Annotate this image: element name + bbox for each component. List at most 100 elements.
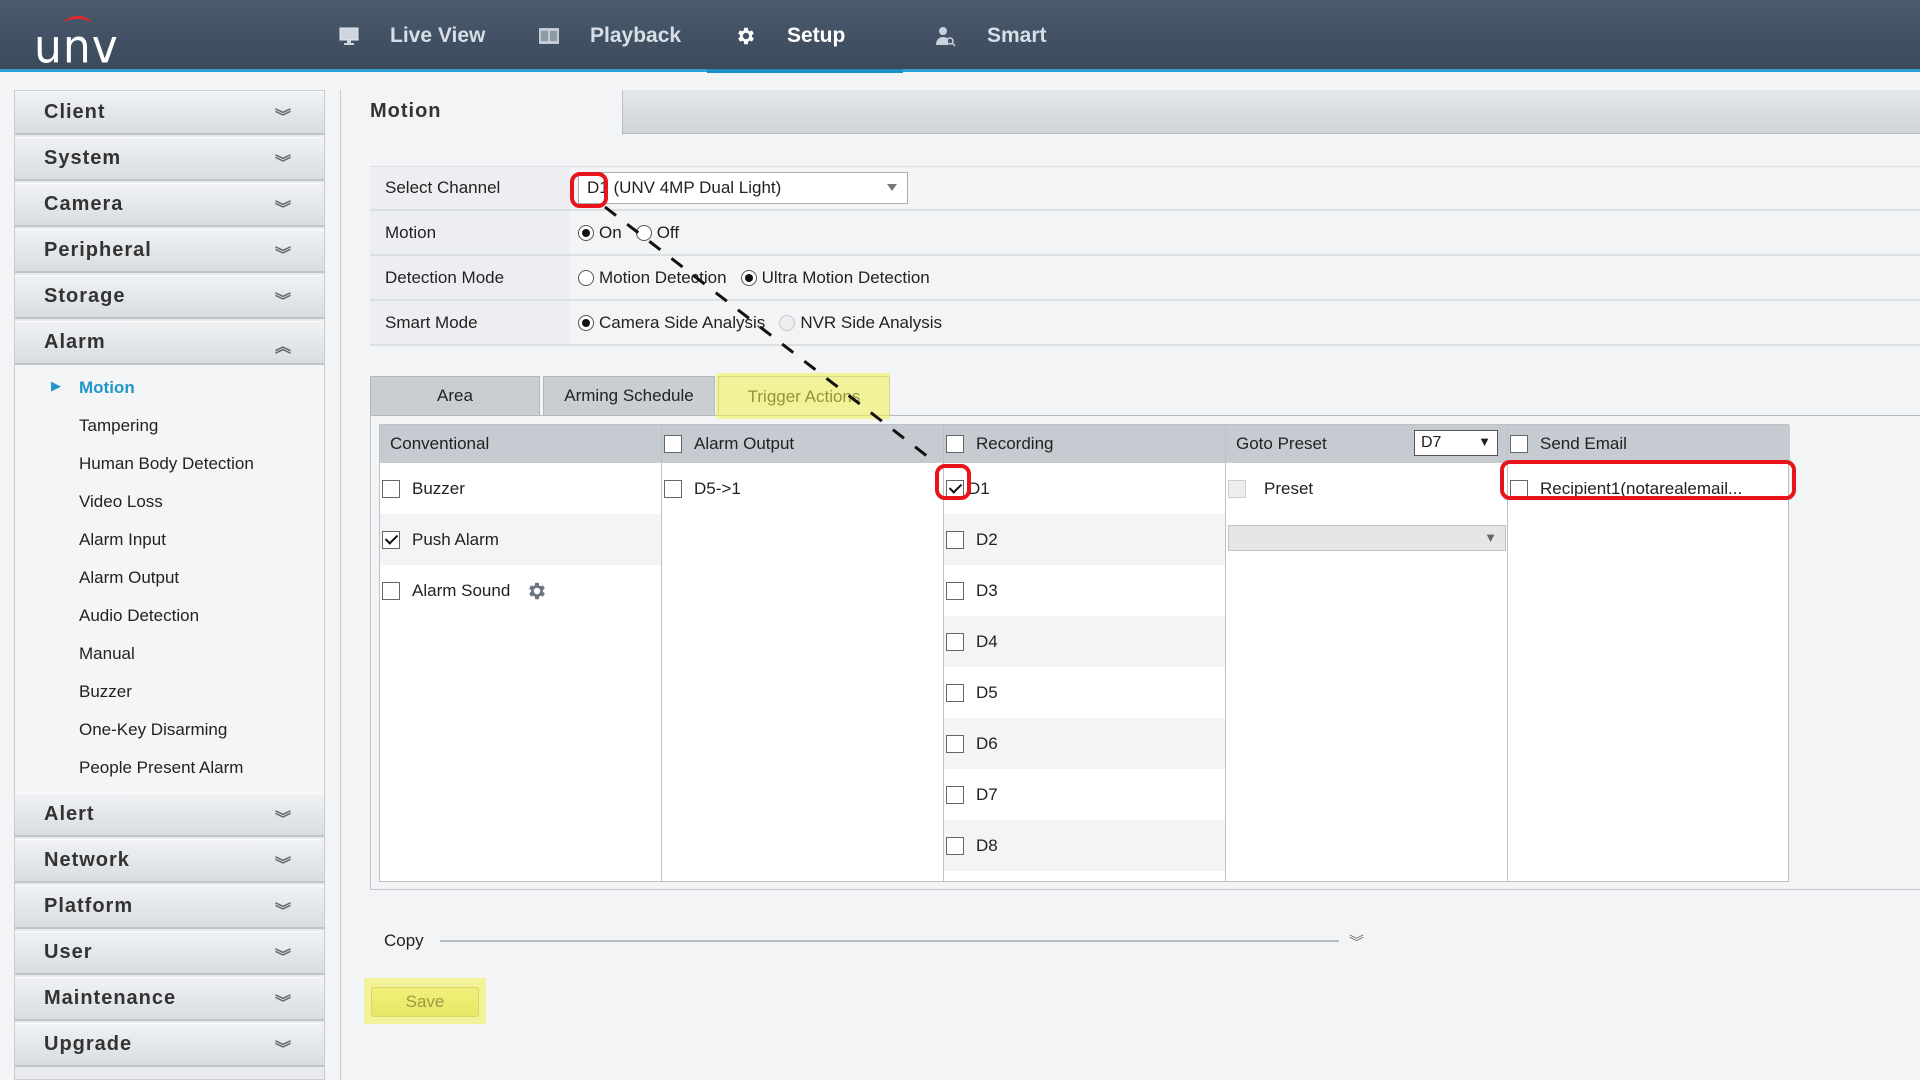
- sidebar-item-one-key-disarming[interactable]: One-Key Disarming: [15, 711, 324, 749]
- alarm-output-all-checkbox[interactable]: [664, 435, 682, 453]
- sidebar-group-system[interactable]: System ︾: [15, 137, 324, 181]
- recording-d1-option[interactable]: D1: [944, 463, 1225, 514]
- motion-settings-form: Select Channel D1 (UNV 4MP Dual Light) M…: [370, 166, 1920, 346]
- alarm-sound-option[interactable]: Alarm Sound: [380, 565, 661, 616]
- recording-all-checkbox[interactable]: [946, 435, 964, 453]
- smart-mode-row: Smart Mode Camera Side Analysis NVR Side…: [370, 301, 1920, 346]
- sidebar-group-alert[interactable]: Alert ︾: [15, 793, 324, 837]
- gear-icon[interactable]: [526, 580, 548, 602]
- sidebar-item-people-present-alarm[interactable]: People Present Alarm: [15, 749, 324, 787]
- motion-on-radio[interactable]: On: [578, 223, 622, 243]
- copy-section[interactable]: Copy ︾: [384, 926, 1364, 956]
- send-email-all-checkbox[interactable]: [1510, 435, 1528, 453]
- alarm-submenu: ▶ Motion Tampering Human Body Detection V…: [15, 365, 324, 793]
- recording-d5-option[interactable]: D5: [944, 667, 1225, 718]
- recording-d4-option[interactable]: D4: [944, 616, 1225, 667]
- nav-playback[interactable]: Playback: [538, 0, 681, 72]
- recording-d1-checkbox[interactable]: [946, 479, 964, 498]
- ultra-motion-detection-radio[interactable]: Ultra Motion Detection: [740, 268, 930, 288]
- buzzer-checkbox[interactable]: [382, 479, 400, 498]
- alarm-output-d5-option[interactable]: D5->1: [662, 463, 943, 514]
- sidebar-group-maintenance[interactable]: Maintenance ︾: [15, 977, 324, 1021]
- recording-d3-checkbox[interactable]: [946, 581, 964, 600]
- recording-d2-checkbox[interactable]: [946, 530, 964, 549]
- tab-area[interactable]: Area: [370, 376, 540, 416]
- recording-column: Recording D1 D2 D3 D4 D5 D6 D7 D8: [944, 425, 1226, 881]
- recording-d3-option[interactable]: D3: [944, 565, 1225, 616]
- goto-preset-header: Goto Preset: [1236, 434, 1327, 453]
- sidebar-group-storage[interactable]: Storage ︾: [15, 275, 324, 319]
- conventional-column: Conventional Buzzer Push Alarm Alarm Sou…: [380, 425, 662, 881]
- recording-d5-checkbox[interactable]: [946, 683, 964, 702]
- recording-d6-option[interactable]: D6: [944, 718, 1225, 769]
- alarm-output-d5-checkbox[interactable]: [664, 479, 682, 498]
- copy-label: Copy: [384, 931, 424, 950]
- sidebar-item-human-body-detection[interactable]: Human Body Detection: [15, 445, 324, 483]
- alarm-sound-checkbox[interactable]: [382, 581, 400, 600]
- sidebar-item-manual[interactable]: Manual: [15, 635, 324, 673]
- recording-header[interactable]: Recording: [946, 425, 1054, 463]
- recording-d8-option[interactable]: D8: [944, 820, 1225, 871]
- sidebar-item-tampering[interactable]: Tampering: [15, 407, 324, 445]
- recording-d8-checkbox[interactable]: [946, 836, 964, 855]
- recipient1-checkbox[interactable]: [1510, 479, 1528, 498]
- tab-trigger-actions[interactable]: Trigger Actions: [718, 376, 890, 416]
- recording-d7-checkbox[interactable]: [946, 785, 964, 804]
- sidebar-group-peripheral[interactable]: Peripheral ︾: [15, 229, 324, 273]
- sidebar-group-user[interactable]: User ︾: [15, 931, 324, 975]
- camera-side-analysis-radio[interactable]: Camera Side Analysis: [578, 313, 765, 333]
- sidebar-item-video-loss[interactable]: Video Loss: [15, 483, 324, 521]
- sidebar-group-client[interactable]: Client ︾: [15, 91, 324, 135]
- nav-setup[interactable]: Setup: [735, 0, 845, 72]
- recipient1-option[interactable]: Recipient1(notarealemail...: [1508, 463, 1789, 514]
- chevron-double-down-icon[interactable]: ︾: [1349, 931, 1364, 952]
- channel-select[interactable]: D1 (UNV 4MP Dual Light): [578, 172, 908, 204]
- sidebar-group-network[interactable]: Network ︾: [15, 839, 324, 883]
- film-icon: [538, 25, 560, 47]
- chevron-double-down-icon: ︾: [274, 995, 292, 1012]
- sidebar-group-platform[interactable]: Platform ︾: [15, 885, 324, 929]
- alarm-output-header[interactable]: Alarm Output: [664, 425, 794, 463]
- save-button[interactable]: Save: [371, 987, 479, 1017]
- top-nav-bar: unv Live View Playback Setup Smart: [0, 0, 1920, 74]
- chevron-down-icon: ▼: [1484, 530, 1497, 545]
- push-alarm-option[interactable]: Push Alarm: [380, 514, 661, 565]
- sidebar-item-audio-detection[interactable]: Audio Detection: [15, 597, 324, 635]
- motion-off-radio[interactable]: Off: [635, 223, 679, 243]
- sidebar-group-alarm[interactable]: Alarm ︽: [15, 321, 324, 365]
- alarm-output-column: Alarm Output D5->1: [662, 425, 944, 881]
- motion-row: Motion On Off: [370, 211, 1920, 256]
- recording-d6-checkbox[interactable]: [946, 734, 964, 753]
- nav-label: Live View: [390, 24, 486, 47]
- motion-detection-radio[interactable]: Motion Detection: [578, 268, 727, 288]
- copy-divider: [439, 940, 1339, 942]
- send-email-header[interactable]: Send Email: [1510, 425, 1627, 463]
- preset-channel-select[interactable]: D7 ▼: [1414, 430, 1498, 456]
- sidebar-item-motion[interactable]: ▶ Motion: [15, 369, 324, 407]
- preset-select: ▼: [1228, 525, 1506, 551]
- page-title-tab[interactable]: Motion: [341, 90, 623, 135]
- sidebar-group-upgrade[interactable]: Upgrade ︾: [15, 1023, 324, 1067]
- push-alarm-checkbox[interactable]: [382, 530, 400, 549]
- monitor-icon: [338, 25, 360, 47]
- recording-d4-checkbox[interactable]: [946, 632, 964, 651]
- chevron-double-down-icon: ︾: [274, 293, 292, 310]
- person-search-icon: [935, 25, 957, 47]
- preset-option: Preset: [1226, 463, 1507, 514]
- conventional-header: Conventional: [390, 434, 490, 453]
- trigger-actions-grid: Conventional Buzzer Push Alarm Alarm Sou…: [379, 424, 1790, 882]
- main-panel: Motion Select Channel D1 (UNV 4MP Dual L…: [340, 90, 1920, 1080]
- recording-d2-option[interactable]: D2: [944, 514, 1225, 565]
- sidebar-item-buzzer[interactable]: Buzzer: [15, 673, 324, 711]
- trigger-actions-panel: Conventional Buzzer Push Alarm Alarm Sou…: [370, 416, 1920, 890]
- nav-live-view[interactable]: Live View: [338, 0, 485, 72]
- sidebar-group-camera[interactable]: Camera ︾: [15, 183, 324, 227]
- send-email-column: Send Email Recipient1(notarealemail...: [1508, 425, 1790, 881]
- nav-smart[interactable]: Smart: [935, 0, 1047, 72]
- sidebar-item-alarm-input[interactable]: Alarm Input: [15, 521, 324, 559]
- nvr-side-analysis-radio: NVR Side Analysis: [779, 313, 942, 333]
- sidebar-item-alarm-output[interactable]: Alarm Output: [15, 559, 324, 597]
- recording-d7-option[interactable]: D7: [944, 769, 1225, 820]
- tab-arming-schedule[interactable]: Arming Schedule: [543, 376, 715, 416]
- buzzer-option[interactable]: Buzzer: [380, 463, 661, 514]
